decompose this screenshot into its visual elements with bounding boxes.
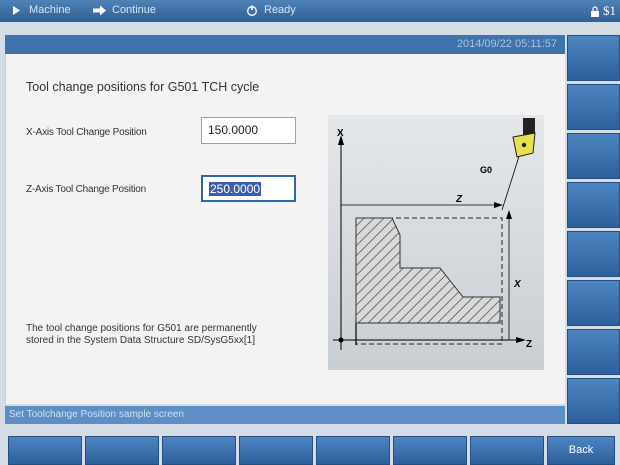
z-axis-label: Z-Axis Tool Change Position — [26, 184, 147, 195]
channel-indicator: $1 — [590, 3, 616, 19]
lock-icon — [591, 5, 599, 17]
continue-label: Continue — [112, 4, 157, 16]
datetime: 2014/09/22 05:11:57 — [456, 38, 557, 50]
header-datetime-bar: 2014/09/22 05:11:57 — [5, 35, 565, 54]
tool-change-diagram: X Z Z X G0 — [328, 115, 544, 370]
x-dimension-text: X — [513, 279, 522, 290]
vertical-softkey-4[interactable] — [567, 182, 620, 228]
horizontal-softkey-3[interactable] — [162, 436, 236, 465]
horizontal-softkey-4[interactable] — [239, 436, 313, 465]
z-axis-value: 250.0000 — [209, 182, 262, 196]
x-axis-value: 150.0000 — [208, 123, 259, 137]
horizontal-softkey-6[interactable] — [393, 436, 467, 465]
bottom-status-bar: Set Toolchange Position sample screen — [5, 406, 565, 424]
horizontal-softkeys: Back — [8, 436, 615, 465]
vertical-softkey-1[interactable] — [567, 35, 620, 81]
x-axis-text: X — [337, 128, 344, 139]
top-status-bar: Machine Continue Ready $1 — [0, 0, 620, 22]
vertical-softkey-7[interactable] — [567, 329, 620, 375]
vertical-softkey-2[interactable] — [567, 84, 620, 130]
channel-label: $1 — [603, 3, 616, 18]
vertical-softkey-6[interactable] — [567, 280, 620, 326]
page-title: Tool change positions for G501 TCH cycle — [26, 80, 260, 94]
continue-mode[interactable]: Continue — [93, 4, 156, 16]
power-icon — [247, 5, 257, 16]
ready-label: Ready — [264, 4, 296, 16]
z-axis-text: Z — [526, 339, 532, 350]
g0-text: G0 — [480, 165, 492, 175]
x-axis-label: X-Axis Tool Change Position — [26, 127, 147, 138]
continue-arrow-icon — [93, 5, 106, 15]
vertical-softkey-8[interactable] — [567, 378, 620, 424]
vertical-softkeys — [567, 35, 620, 427]
tool-insert-hole — [521, 142, 527, 148]
back-button[interactable]: Back — [547, 436, 615, 465]
horizontal-softkey-1[interactable] — [8, 436, 82, 465]
info-note: The tool change positions for G501 are p… — [26, 323, 257, 346]
z-dimension-text: Z — [455, 194, 463, 205]
machine-mode[interactable]: Machine — [10, 4, 71, 16]
vertical-softkey-5[interactable] — [567, 231, 620, 277]
back-label: Back — [568, 444, 594, 456]
z-axis-input[interactable]: 250.0000 — [201, 175, 296, 202]
origin-point — [338, 337, 344, 343]
status-text: Set Toolchange Position sample screen — [9, 409, 184, 420]
horizontal-softkey-5[interactable] — [316, 436, 390, 465]
ready-status: Ready — [245, 4, 296, 16]
horizontal-softkey-7[interactable] — [470, 436, 544, 465]
machine-label: Machine — [29, 4, 71, 16]
machine-arrow-icon — [13, 5, 20, 15]
vertical-softkey-3[interactable] — [567, 133, 620, 179]
x-axis-input[interactable]: 150.0000 — [201, 117, 296, 144]
horizontal-softkey-2[interactable] — [85, 436, 159, 465]
